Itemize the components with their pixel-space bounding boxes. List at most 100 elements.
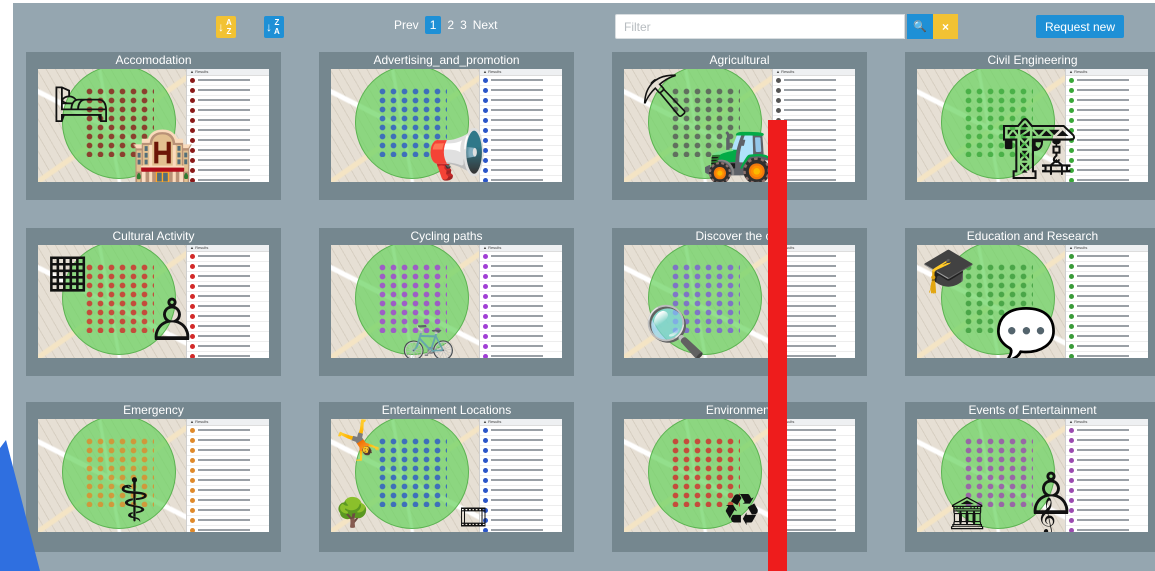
card-thumbnail[interactable]: ▲ Results 🎓 💬 bbox=[917, 245, 1148, 358]
list-item bbox=[480, 476, 562, 486]
card-thumbnail[interactable]: ▲ Results ⚕ bbox=[38, 419, 269, 532]
trees-icon: 🌳 bbox=[335, 496, 370, 529]
card-thumbnail[interactable]: ▲ Results 🚲 bbox=[331, 245, 562, 358]
list-item bbox=[480, 272, 562, 282]
list-item bbox=[187, 352, 269, 358]
category-card[interactable]: Civil Engineering ▲ Results 🏗 bbox=[905, 52, 1155, 200]
list-item bbox=[480, 302, 562, 312]
results-header: ▲ Results bbox=[1066, 69, 1148, 76]
results-list-preview: ▲ Results bbox=[479, 419, 562, 532]
list-item bbox=[480, 136, 562, 146]
list-item bbox=[480, 146, 562, 156]
statue-icon: ♙ bbox=[146, 286, 198, 354]
card-thumbnail[interactable]: ▲ Results♻ bbox=[624, 419, 855, 532]
list-item bbox=[187, 312, 269, 322]
page-link-1[interactable]: 1 bbox=[424, 16, 442, 34]
results-list-preview: ▲ Results bbox=[186, 69, 269, 182]
card-title[interactable]: Events of Entertainment bbox=[905, 402, 1155, 419]
card-thumbnail[interactable]: ▲ Results 🏗 bbox=[917, 69, 1148, 182]
page-link-2[interactable]: 2 bbox=[447, 18, 454, 32]
list-item bbox=[1066, 176, 1148, 182]
category-card[interactable]: Cultural Activity ▲ Results ▦ ♙ bbox=[26, 228, 281, 376]
card-title[interactable]: Environment bbox=[612, 402, 867, 419]
category-card[interactable]: Events of Entertainment ▲ Results ♙ 🏛 𝄞 bbox=[905, 402, 1155, 552]
list-item bbox=[187, 76, 269, 86]
list-item bbox=[187, 436, 269, 446]
list-item bbox=[1066, 446, 1148, 456]
card-thumbnail[interactable]: ▲ Results ♙ 🏛 𝄞 bbox=[917, 419, 1148, 532]
list-item bbox=[1066, 302, 1148, 312]
list-item bbox=[1066, 262, 1148, 272]
card-thumbnail[interactable]: ▲ Results ⛏ 🚜 bbox=[624, 69, 855, 182]
list-item bbox=[1066, 516, 1148, 526]
list-item bbox=[187, 252, 269, 262]
clear-filter-button[interactable]: × bbox=[933, 14, 958, 39]
list-item bbox=[480, 86, 562, 96]
list-item bbox=[480, 126, 562, 136]
list-item bbox=[1066, 506, 1148, 516]
sort-za-button[interactable]: ↓ ZA bbox=[264, 16, 284, 38]
list-item bbox=[1066, 126, 1148, 136]
request-new-button[interactable]: Request new bbox=[1036, 15, 1124, 38]
list-item bbox=[187, 96, 269, 106]
list-item bbox=[1066, 156, 1148, 166]
prev-page-link[interactable]: Prev bbox=[394, 18, 419, 32]
list-item bbox=[480, 526, 562, 532]
list-item bbox=[1066, 116, 1148, 126]
category-card[interactable]: Accomodation ▲ Results 🛏 🏨 bbox=[26, 52, 281, 200]
category-card[interactable]: Environment▲ Results♻ bbox=[612, 402, 867, 552]
search-button[interactable]: 🔍 bbox=[907, 14, 933, 39]
card-title[interactable]: Agricultural bbox=[612, 52, 867, 69]
dancer-icon: 🤸 bbox=[335, 419, 383, 462]
results-list-preview: ▲ Results bbox=[479, 69, 562, 182]
list-item bbox=[1066, 292, 1148, 302]
list-item bbox=[187, 496, 269, 506]
list-item bbox=[1066, 526, 1148, 532]
page-link-3[interactable]: 3 bbox=[460, 18, 467, 32]
film-reel-icon: 🎞 bbox=[457, 503, 491, 532]
list-item bbox=[1066, 96, 1148, 106]
card-title[interactable]: Cycling paths bbox=[319, 228, 574, 245]
list-item bbox=[480, 166, 562, 176]
category-card[interactable]: Education and Research ▲ Results 🎓 💬 bbox=[905, 228, 1155, 376]
card-title[interactable]: Emergency bbox=[26, 402, 281, 419]
next-page-link[interactable]: Next bbox=[473, 18, 498, 32]
card-title[interactable]: Discover the city bbox=[612, 228, 867, 245]
list-item bbox=[480, 156, 562, 166]
card-title[interactable]: Cultural Activity bbox=[26, 228, 281, 245]
filter-input[interactable] bbox=[615, 14, 905, 39]
category-card[interactable]: Emergency ▲ Results ⚕ bbox=[26, 402, 281, 552]
list-item bbox=[480, 486, 562, 496]
list-item bbox=[187, 526, 269, 532]
sort-az-button[interactable]: ↓ AZ bbox=[216, 16, 236, 38]
card-thumbnail[interactable]: ▲ Results 🛏 🏨 bbox=[38, 69, 269, 182]
list-item bbox=[187, 156, 269, 166]
card-thumbnail[interactable]: ▲ Results🔍 bbox=[624, 245, 855, 358]
category-card[interactable]: Discover the city▲ Results🔍 bbox=[612, 228, 867, 376]
card-title[interactable]: Advertising_and_promotion bbox=[319, 52, 574, 69]
category-card[interactable]: Advertising_and_promotion ▲ Results 📢 bbox=[319, 52, 574, 200]
list-item bbox=[1066, 76, 1148, 86]
card-title[interactable]: Education and Research bbox=[905, 228, 1155, 245]
hotel-icon: 🏨 bbox=[130, 125, 195, 182]
list-item bbox=[480, 352, 562, 358]
list-item bbox=[187, 86, 269, 96]
card-thumbnail[interactable]: ▲ Results 🤸 🌳 🎞 bbox=[331, 419, 562, 532]
sort-alpha-asc-icon: ↓ bbox=[218, 20, 224, 34]
list-item bbox=[1066, 342, 1148, 352]
category-card[interactable]: Entertainment Locations ▲ Results 🤸 🌳 🎞 bbox=[319, 402, 574, 552]
search-icon: 🔍 bbox=[913, 21, 927, 33]
category-card[interactable]: Agricultural ▲ Results ⛏ 🚜 bbox=[612, 52, 867, 200]
card-thumbnail[interactable]: ▲ Results ▦ ♙ bbox=[38, 245, 269, 358]
category-card[interactable]: Cycling paths ▲ Results 🚲 bbox=[319, 228, 574, 376]
list-item bbox=[187, 166, 269, 176]
card-title[interactable]: Entertainment Locations bbox=[319, 402, 574, 419]
list-item bbox=[1066, 486, 1148, 496]
list-item bbox=[480, 342, 562, 352]
card-thumbnail[interactable]: ▲ Results 📢 bbox=[331, 69, 562, 182]
museum-icon: 🏛 bbox=[947, 494, 988, 532]
card-title[interactable]: Accomodation bbox=[26, 52, 281, 69]
list-item bbox=[187, 466, 269, 476]
bicycle-icon: 🚲 bbox=[401, 311, 456, 359]
card-title[interactable]: Civil Engineering bbox=[905, 52, 1155, 69]
